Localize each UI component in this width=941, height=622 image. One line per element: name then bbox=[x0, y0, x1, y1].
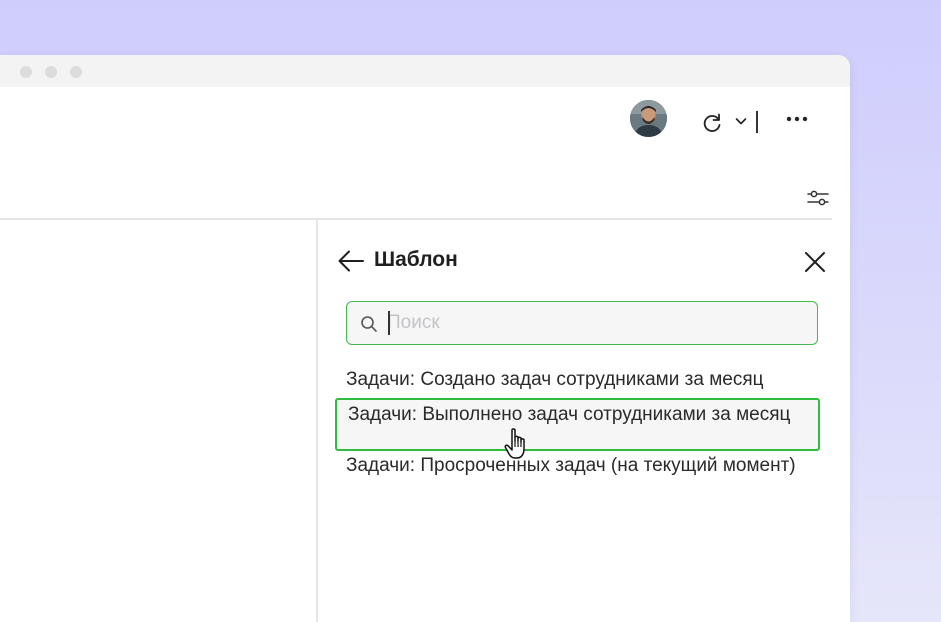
title-bar bbox=[0, 55, 850, 87]
panel-title: Шаблон bbox=[374, 248, 458, 271]
template-item-highlighted[interactable]: Задачи: Выполнено задач сотрудниками за … bbox=[335, 398, 820, 451]
window-dot-minimize[interactable] bbox=[45, 66, 57, 78]
hand-pointer-icon bbox=[504, 428, 525, 459]
window-dot-close[interactable] bbox=[20, 66, 32, 78]
refresh-icon[interactable] bbox=[701, 112, 723, 134]
panel-divider bbox=[316, 220, 318, 622]
app-window: Шаблон Задачи: Создано задач сотрудникам… bbox=[0, 55, 850, 622]
text-caret bbox=[388, 311, 390, 335]
header-divider bbox=[0, 218, 832, 220]
search-input[interactable] bbox=[387, 310, 807, 336]
top-toolbar bbox=[0, 87, 850, 157]
chevron-down-icon[interactable] bbox=[734, 114, 748, 128]
avatar-photo bbox=[630, 100, 667, 137]
toolbar-divider bbox=[756, 111, 758, 133]
search-box bbox=[346, 301, 818, 345]
close-icon[interactable] bbox=[802, 249, 828, 275]
sliders-icon[interactable] bbox=[806, 188, 830, 208]
window-dot-maximize[interactable] bbox=[70, 66, 82, 78]
arrow-left-icon[interactable] bbox=[336, 248, 366, 274]
avatar[interactable] bbox=[630, 100, 667, 137]
template-item[interactable]: Задачи: Просроченных задач (на текущий м… bbox=[346, 453, 816, 478]
template-item[interactable]: Задачи: Создано задач сотрудниками за ме… bbox=[346, 367, 816, 392]
search-icon bbox=[361, 316, 377, 332]
more-horizontal-icon[interactable] bbox=[783, 109, 811, 129]
